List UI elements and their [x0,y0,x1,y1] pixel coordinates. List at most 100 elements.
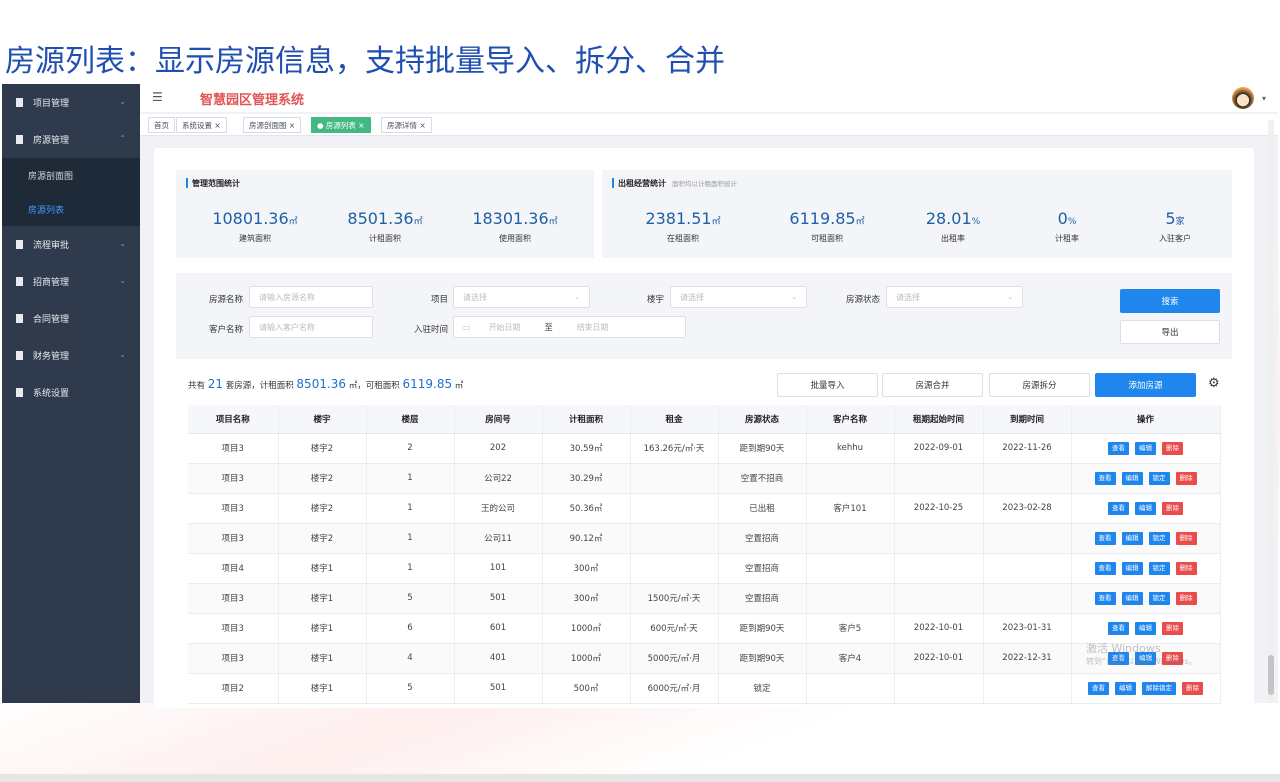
table-row[interactable]: 项目3 楼宇1 5 501 300㎡ 1500元/㎡·天 空置招商 查看 编辑 锁定 删除 [188,583,1221,614]
table-row[interactable]: 项目3 楼宇2 1 王的公司 50.36㎡ 已出租 客户101 2022-10-25 2023-… [188,493,1221,524]
table-cell [630,523,719,554]
view-button[interactable]: 查看 [1094,471,1116,485]
scrollbar[interactable] [1268,120,1274,703]
stat-usage-area: 18301.36㎡ 使用面积 [460,212,570,244]
view-button[interactable]: 查看 [1108,651,1129,665]
table-row[interactable]: 项目3 楼宇2 2 202 30.59㎡ 163.26元/㎡·天 距到期90天 kehhu 20… [188,433,1221,464]
tab-system-settings[interactable]: 系统设置 × [176,117,227,133]
delete-button[interactable]: 删除 [1162,621,1183,635]
table-cell-actions: 查看 编辑 解除锁定 删除 [1071,673,1221,704]
view-button[interactable]: 查看 [1108,621,1129,635]
table-cell: 1500元/㎡·天 [630,583,719,614]
tab-home[interactable]: 首页 [148,117,175,133]
edit-button[interactable]: 编辑 [1121,531,1143,545]
table-cell: 项目2 [188,673,279,704]
room-table: 项目名称 楼宇 楼层 房间号 计租面积 租金 房源状态 客户名称 租期起始时间 到期时间 操作 项目… [188,405,1221,704]
table-row[interactable]: 项目3 楼宇1 4 401 1000㎡ 5000元/㎡·月 距到期90天 客户4 2022-10… [188,643,1221,674]
view-button[interactable]: 查看 [1108,501,1129,515]
customer-input[interactable]: 请输入客户名称 [249,316,373,338]
sidebar-item-approval[interactable]: 流程审批 ⌄ [2,226,140,263]
delete-button[interactable]: 删除 [1162,651,1183,665]
table-cell: 1000㎡ [542,613,631,644]
checkin-date-range[interactable]: ▭ 开始日期 至 结束日期 [453,316,686,338]
table-row[interactable]: 项目3 楼宇2 1 公司22 30.29㎡ 空置不招商 查看 编辑 锁定 删除 [188,463,1221,494]
sidebar-item-housing[interactable]: 房源管理 ⌃ [2,121,140,158]
table-cell: 楼宇1 [278,643,367,674]
view-button[interactable]: 查看 [1094,561,1116,575]
view-button[interactable]: 查看 [1108,441,1129,455]
table-cell: 客户101 [806,493,895,524]
table-cell: 300㎡ [542,583,631,614]
menu-icon [16,98,23,107]
building-select[interactable]: 请选择 ⌄ [670,286,807,308]
edit-button[interactable]: 编辑 [1121,591,1143,605]
table-cell-actions: 查看 编辑 删除 [1071,493,1221,524]
lock-button[interactable]: 锁定 [1148,561,1170,575]
search-button[interactable]: 搜索 [1120,289,1220,313]
tab-room-profile[interactable]: 房源剖面图 × [243,117,302,133]
hamburger-icon[interactable]: ☰ [152,90,163,104]
unlock-button[interactable]: 解除锁定 [1142,681,1176,695]
room-name-input[interactable]: 请输入房源名称 [249,286,373,308]
table-row[interactable]: 项目3 楼宇1 6 601 1000㎡ 600元/㎡·天 距到期90天 客户5 2022-10-… [188,613,1221,644]
export-button[interactable]: 导出 [1120,320,1220,344]
lock-button[interactable]: 锁定 [1148,591,1170,605]
edit-button[interactable]: 编辑 [1135,621,1156,635]
view-button[interactable]: 查看 [1094,531,1116,545]
edit-button[interactable]: 编辑 [1115,681,1136,695]
start-date-input[interactable]: 开始日期 [489,322,521,333]
delete-button[interactable]: 删除 [1175,471,1197,485]
add-room-button[interactable]: 添加房源 [1095,373,1196,397]
split-button[interactable]: 房源拆分 [989,373,1090,397]
table-row[interactable]: 项目2 楼宇1 5 501 500㎡ 6000元/㎡·月 锁定 查看 编辑 解除锁定 删除 [188,673,1221,704]
edit-button[interactable]: 编辑 [1121,471,1143,485]
tab-room-list[interactable]: ● 房源列表 × [311,117,371,133]
view-button[interactable]: 查看 [1088,681,1109,695]
edit-button[interactable]: 编辑 [1121,561,1143,575]
edit-button[interactable]: 编辑 [1135,651,1156,665]
sidebar-item-leasing[interactable]: 招商管理 ⌄ [2,263,140,300]
sidebar-subitem-list[interactable]: 房源列表 [2,192,140,226]
delete-button[interactable]: 删除 [1175,591,1197,605]
caret-down-icon[interactable]: ▾ [1262,94,1266,103]
batch-import-button[interactable]: 批量导入 [777,373,878,397]
scrollbar-thumb[interactable] [1268,655,1274,695]
table-cell: 项目4 [188,553,279,584]
table-row[interactable]: 项目3 楼宇2 1 公司11 90.12㎡ 空置招商 查看 编辑 锁定 删除 [188,523,1221,554]
edit-button[interactable]: 编辑 [1135,441,1156,455]
delete-button[interactable]: 删除 [1175,561,1197,575]
tab-room-detail[interactable]: 房源详情 × [381,117,432,133]
sidebar-item-finance[interactable]: 财务管理 ⌄ [2,337,140,374]
edit-button[interactable]: 编辑 [1135,501,1156,515]
table-row[interactable]: 项目4 楼宇1 1 101 300㎡ 空置招商 查看 编辑 锁定 删除 [188,553,1221,584]
sidebar-item-contract[interactable]: 合同管理 [2,300,140,337]
lock-button[interactable]: 锁定 [1148,471,1170,485]
column-header: 房源状态 [718,405,807,434]
table-cell-actions: 查看 编辑 锁定 删除 [1071,583,1221,614]
status-select[interactable]: 请选择 ⌄ [886,286,1023,308]
column-header: 租金 [630,405,719,434]
delete-button[interactable]: 删除 [1182,681,1203,695]
gear-icon[interactable]: ⚙ [1208,376,1220,391]
chevron-down-icon: ⌄ [119,276,126,285]
table-cell: 距到期90天 [718,613,807,644]
table-cell-actions: 查看 编辑 锁定 删除 [1071,523,1221,554]
stat-available-area: 6119.85㎡ 可租面积 [772,212,882,244]
table-cell: 距到期90天 [718,433,807,464]
table-cell: 锁定 [718,673,807,704]
delete-button[interactable]: 删除 [1162,501,1183,515]
delete-button[interactable]: 删除 [1162,441,1183,455]
lock-button[interactable]: 锁定 [1148,531,1170,545]
sidebar-item-settings[interactable]: 系统设置 [2,374,140,411]
table-cell: 5 [366,673,455,704]
avatar[interactable] [1232,87,1254,109]
end-date-input[interactable]: 结束日期 [577,322,609,333]
merge-button[interactable]: 房源合并 [882,373,983,397]
table-cell: 163.26元/㎡·天 [630,433,719,464]
sidebar-subitem-profile[interactable]: 房源剖面图 [2,158,140,192]
project-select[interactable]: 请选择 ⌄ [453,286,590,308]
chevron-down-icon: ⌄ [574,293,580,301]
delete-button[interactable]: 删除 [1175,531,1197,545]
view-button[interactable]: 查看 [1094,591,1116,605]
sidebar-item-project[interactable]: 项目管理 ⌄ [2,84,140,121]
